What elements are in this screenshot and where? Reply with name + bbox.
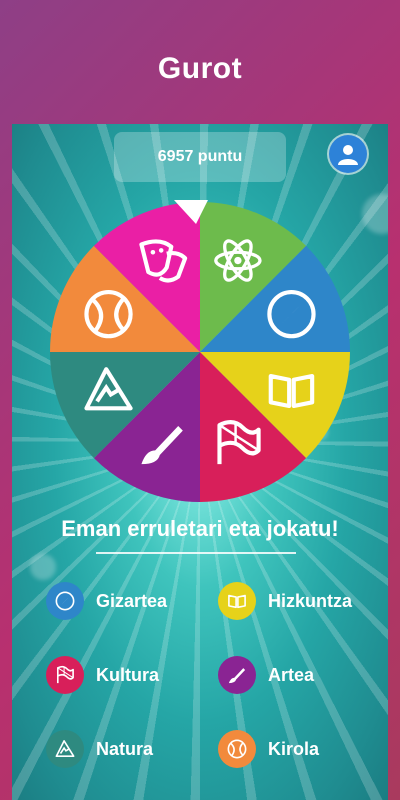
category-dot xyxy=(46,730,84,768)
category-artea[interactable]: Artea xyxy=(218,656,314,694)
category-label: Kirola xyxy=(268,738,320,759)
flag-icon xyxy=(56,665,74,684)
category-label: Gizartea xyxy=(96,590,168,611)
user-icon xyxy=(338,145,358,165)
prompt-underline xyxy=(96,552,296,554)
spin-prompt: Eman erruletari eta jokatu! xyxy=(61,516,339,541)
score-text: 6957 puntu xyxy=(157,148,243,165)
roulette-wheel[interactable] xyxy=(44,196,356,508)
score-display: 6957 puntu xyxy=(114,132,286,182)
category-label: Hizkuntza xyxy=(268,590,353,611)
game-panel: 6957 puntu Eman erruletari eta jokatu! G… xyxy=(12,124,388,800)
category-dot xyxy=(46,656,84,694)
category-kirola[interactable]: Kirola xyxy=(218,730,319,768)
category-gizartea[interactable]: Gizartea xyxy=(46,582,167,620)
bokeh-light xyxy=(30,554,56,580)
category-dot xyxy=(218,656,256,694)
category-dot xyxy=(46,582,84,620)
category-label: Artea xyxy=(268,664,315,685)
category-label: Kultura xyxy=(96,664,159,685)
profile-button[interactable] xyxy=(329,135,367,173)
category-dot xyxy=(218,730,256,768)
wheel-graphic[interactable] xyxy=(44,196,356,508)
category-hizkuntza[interactable]: Hizkuntza xyxy=(218,582,352,620)
category-natura[interactable]: Natura xyxy=(46,730,153,768)
book-icon xyxy=(228,594,246,609)
ball-icon xyxy=(227,739,247,759)
compass-icon xyxy=(55,591,75,611)
category-kultura[interactable]: Kultura xyxy=(46,656,159,694)
mountain-icon xyxy=(55,740,75,758)
category-dot xyxy=(218,582,256,620)
app-title: Gurot xyxy=(157,52,243,85)
category-label: Natura xyxy=(96,738,154,759)
brush-icon xyxy=(228,668,246,684)
